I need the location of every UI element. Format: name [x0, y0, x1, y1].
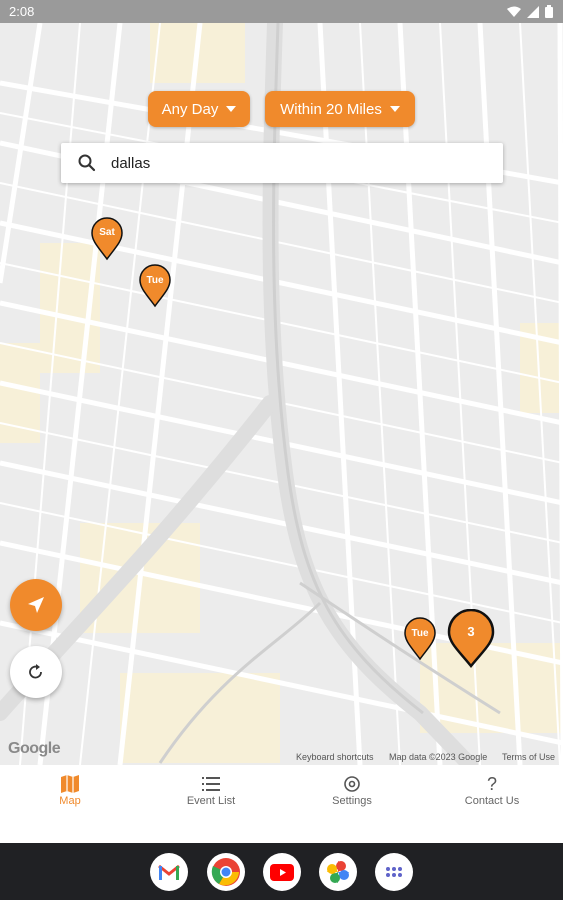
- day-filter-dropdown[interactable]: Any Day: [148, 91, 250, 127]
- nav-item-settings[interactable]: Settings: [282, 773, 422, 807]
- nav-label: Contact Us: [464, 795, 520, 807]
- marker-label: Sat: [99, 227, 115, 238]
- my-location-button[interactable]: [10, 579, 62, 631]
- refresh-button[interactable]: [10, 646, 62, 698]
- marker-label: Tue: [411, 628, 429, 639]
- status-time: 2:08: [9, 4, 35, 19]
- question-icon: ?: [486, 773, 497, 794]
- chevron-down-icon: [389, 106, 400, 112]
- chevron-down-icon: [226, 106, 237, 112]
- status-bar: 2:08: [0, 0, 563, 23]
- app-drawer-icon[interactable]: [375, 853, 413, 891]
- list-icon: [202, 777, 220, 791]
- terms-of-use-link[interactable]: Terms of Use: [502, 752, 555, 762]
- event-marker[interactable]: Tue: [403, 617, 437, 661]
- nav-label: Event List: [186, 795, 236, 807]
- google-logo: Google: [8, 740, 61, 757]
- navigation-arrow-icon: [28, 597, 44, 613]
- refresh-icon: [29, 664, 42, 679]
- search-icon: [78, 154, 96, 172]
- nav-label: Map: [59, 795, 81, 807]
- event-marker[interactable]: Tue: [138, 264, 172, 308]
- nav-item-map[interactable]: Map: [0, 773, 140, 807]
- chrome-icon[interactable]: [207, 853, 245, 891]
- system-dock: [0, 843, 563, 900]
- event-marker[interactable]: Sat: [90, 217, 124, 261]
- distance-filter-label: Within 20 Miles: [280, 100, 382, 118]
- nav-item-event-list[interactable]: Event List: [141, 773, 281, 807]
- nav-item-contact-us[interactable]: ? Contact Us: [422, 773, 562, 808]
- search-input[interactable]: [111, 151, 491, 175]
- map-view[interactable]: Sat Tue Tue 3: [0, 23, 563, 765]
- keyboard-shortcuts-link[interactable]: Keyboard shortcuts: [296, 752, 374, 762]
- search-bar[interactable]: [61, 143, 503, 183]
- nav-label: Settings: [332, 795, 372, 807]
- marker-label: Tue: [146, 275, 164, 286]
- distance-filter-dropdown[interactable]: Within 20 Miles: [265, 91, 415, 127]
- cluster-count: 3: [467, 624, 475, 639]
- system-icons: [507, 4, 553, 19]
- map-data-text: Map data ©2023 Google: [389, 752, 488, 762]
- cluster-marker[interactable]: 3: [446, 608, 496, 669]
- signal-icon: [527, 5, 539, 18]
- photos-icon[interactable]: [319, 853, 357, 891]
- battery-icon: [545, 5, 553, 18]
- settings-icon: [344, 776, 360, 792]
- wifi-icon: [507, 6, 521, 17]
- youtube-icon[interactable]: [263, 853, 301, 891]
- map-icon: [61, 775, 79, 793]
- gmail-icon[interactable]: [150, 853, 188, 891]
- day-filter-label: Any Day: [161, 100, 219, 118]
- bottom-navigation: Map Event List Settings ? Contact Us: [0, 765, 563, 843]
